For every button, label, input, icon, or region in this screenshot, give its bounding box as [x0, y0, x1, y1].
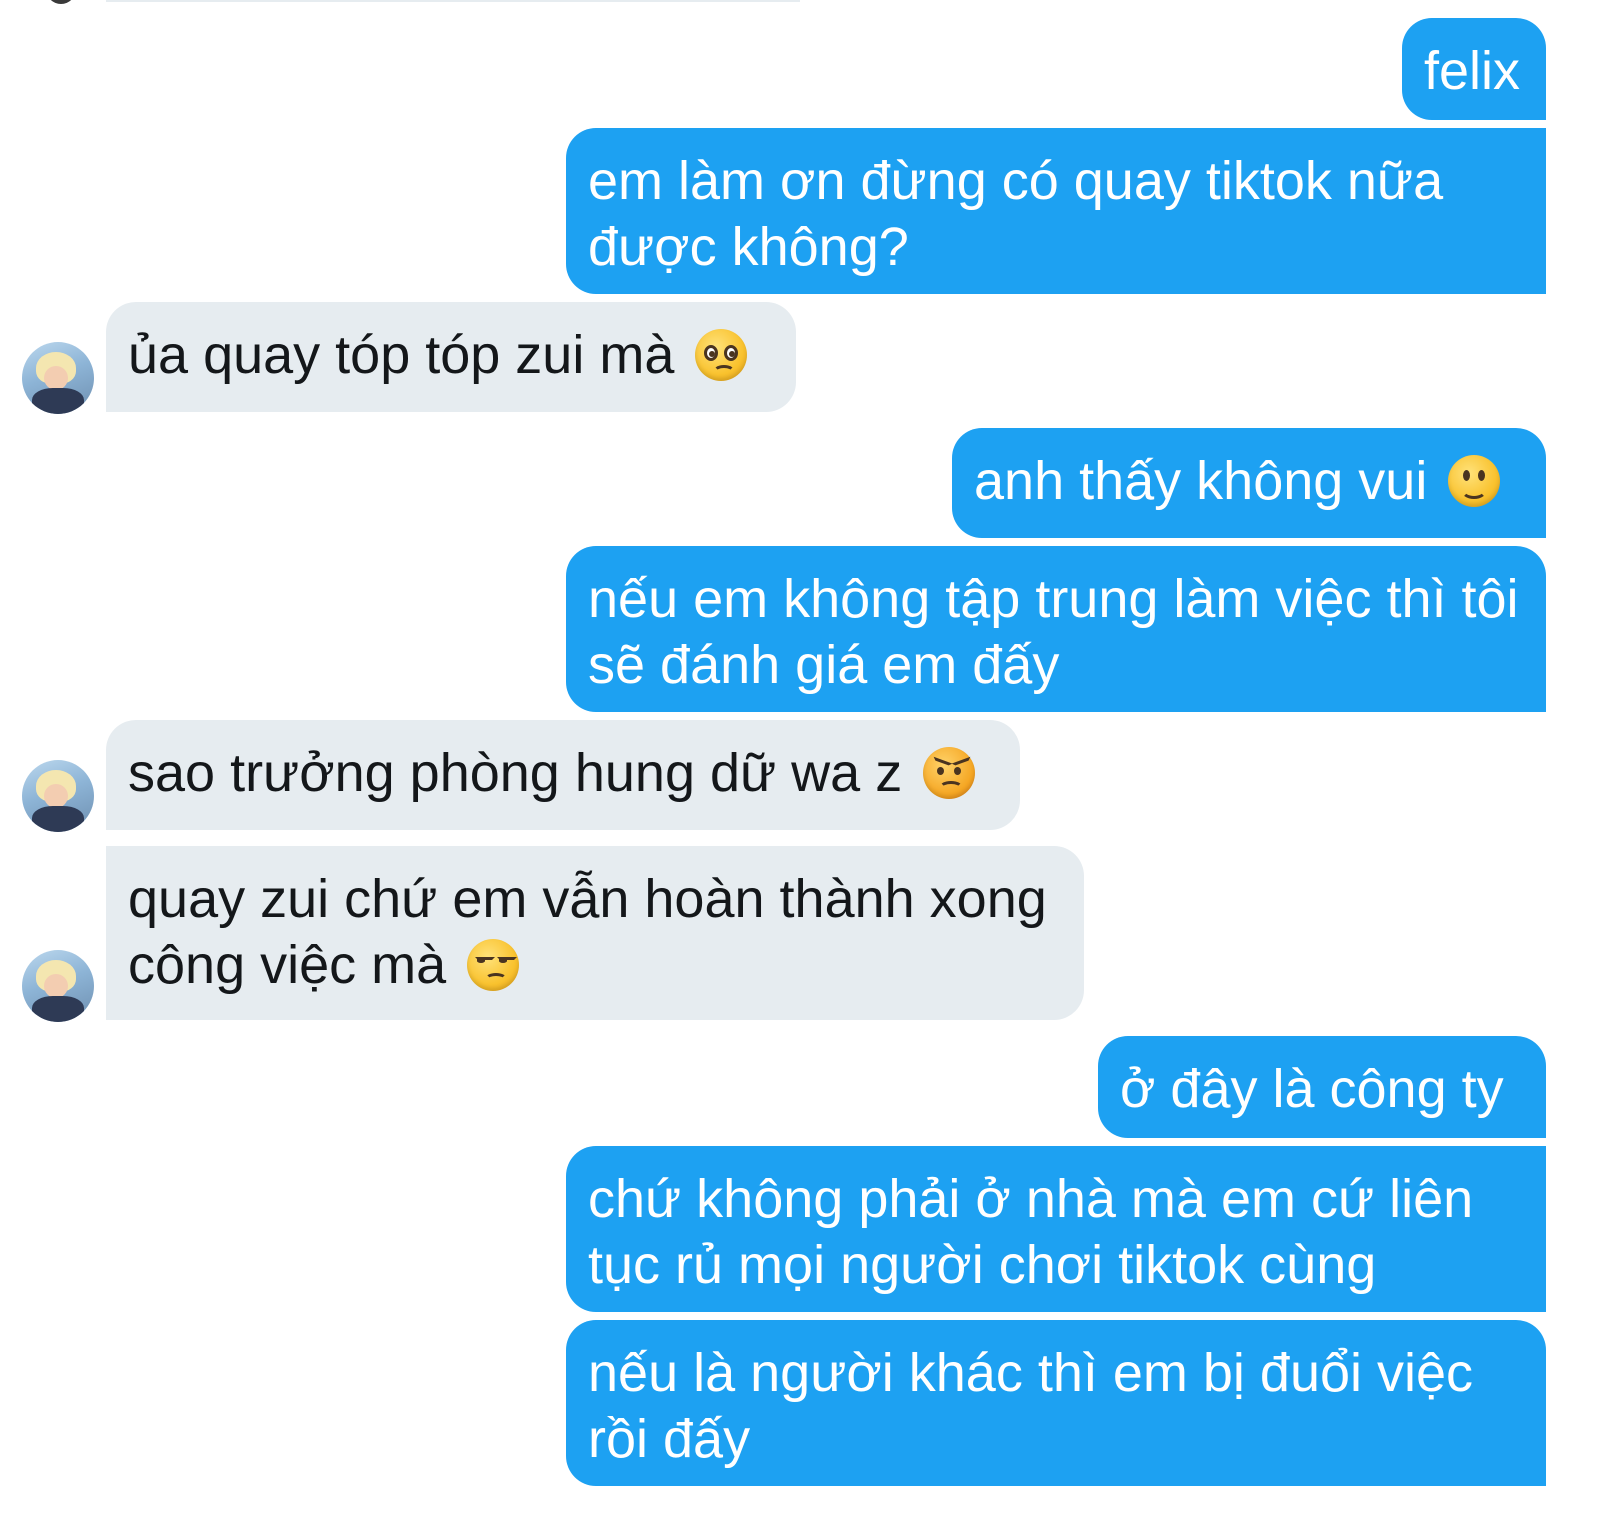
message-text: sao trưởng phòng hung dữ wa z — [128, 743, 903, 803]
angry-face-icon — [923, 747, 976, 799]
incoming-message[interactable]: ủa quay tóp tóp zui mà — [106, 302, 796, 412]
message-text: em làm ơn đừng có quay tiktok nữa được k… — [588, 151, 1444, 277]
avatar[interactable] — [22, 760, 94, 832]
pleading-face-icon — [695, 329, 748, 381]
message-text: ở đây là công ty — [1120, 1059, 1504, 1119]
message-text: anh thấy không vui — [974, 451, 1428, 511]
outgoing-message[interactable]: chứ không phải ở nhà mà em cứ liên tục r… — [566, 1146, 1546, 1312]
unamused-face-icon — [467, 939, 520, 991]
avatar[interactable] — [22, 342, 94, 414]
message-text: quay zui chứ em vẫn hoàn thành xong công… — [128, 869, 1047, 995]
outgoing-message[interactable]: nếu là người khác thì em bị đuổi việc rồ… — [566, 1320, 1546, 1486]
message-text: chứ không phải ở nhà mà em cứ liên tục r… — [588, 1169, 1474, 1295]
previous-message-edge — [106, 0, 800, 2]
avatar[interactable] — [22, 950, 94, 1022]
conversation-thread: felix em làm ơn đừng có quay tiktok nữa … — [0, 0, 1620, 1540]
outgoing-message[interactable]: felix — [1402, 18, 1546, 120]
message-text: felix — [1424, 41, 1521, 101]
message-text: nếu em không tập trung làm việc thì tôi … — [588, 569, 1519, 695]
message-text: ủa quay tóp tóp zui mà — [128, 325, 675, 385]
outgoing-message[interactable]: ở đây là công ty — [1098, 1036, 1546, 1138]
outgoing-message[interactable]: nếu em không tập trung làm việc thì tôi … — [566, 546, 1546, 712]
incoming-message[interactable]: sao trưởng phòng hung dữ wa z — [106, 720, 1020, 830]
incoming-message[interactable]: quay zui chứ em vẫn hoàn thành xong công… — [106, 846, 1084, 1020]
message-text: nếu là người khác thì em bị đuổi việc rồ… — [588, 1343, 1474, 1469]
avatar[interactable] — [46, 0, 76, 4]
slightly-smiling-face-icon — [1448, 455, 1501, 507]
outgoing-message[interactable]: anh thấy không vui — [952, 428, 1546, 538]
outgoing-message[interactable]: em làm ơn đừng có quay tiktok nữa được k… — [566, 128, 1546, 294]
